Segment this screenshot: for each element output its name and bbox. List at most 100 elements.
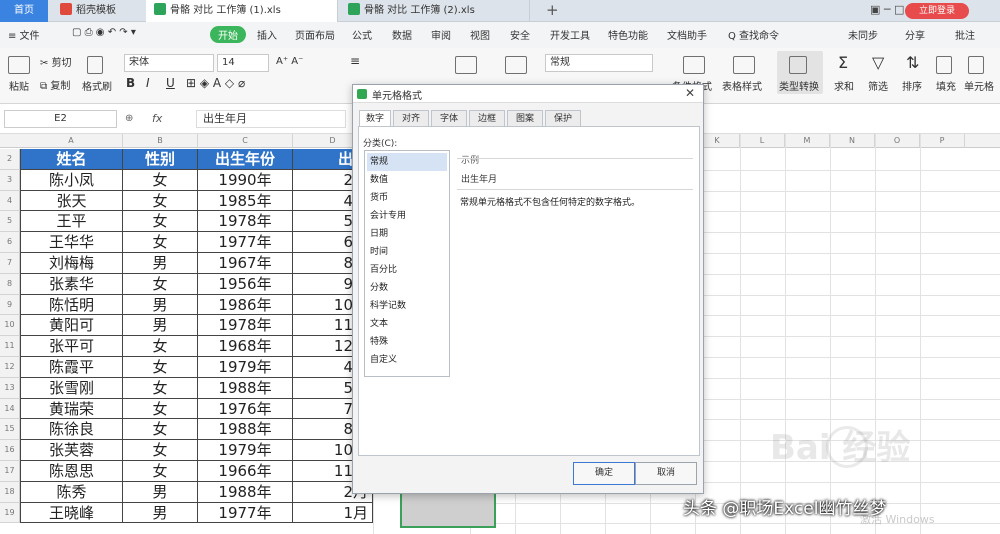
italic-button[interactable]: I xyxy=(146,76,150,90)
paste-icon[interactable] xyxy=(8,56,30,74)
data-cell[interactable]: 黄阳可 xyxy=(20,315,123,337)
data-cell[interactable]: 1990年 xyxy=(198,169,293,191)
data-cell[interactable]: 陈小凤 xyxy=(20,169,123,191)
data-cell[interactable]: 刘梅梅 xyxy=(20,253,123,274)
data-cell[interactable]: 1979年 xyxy=(198,440,293,461)
data-cell[interactable]: 1985年 xyxy=(198,190,293,212)
cut-button[interactable]: ✂ 剪切 xyxy=(40,54,72,69)
data-cell[interactable]: 1988年 xyxy=(198,377,293,399)
row-header[interactable]: 2 xyxy=(0,149,20,170)
data-cell[interactable]: 男 xyxy=(123,481,198,503)
column-header[interactable]: M xyxy=(785,134,830,148)
menu-doc-assistant[interactable]: 文档助手 xyxy=(667,27,707,42)
row-header[interactable]: 4 xyxy=(0,190,20,212)
row-header[interactable]: 15 xyxy=(0,419,20,441)
row-header[interactable]: 18 xyxy=(0,481,20,503)
data-cell[interactable]: 男 xyxy=(123,253,198,274)
data-cell[interactable]: 1978年 xyxy=(198,211,293,233)
fill-icon[interactable] xyxy=(936,56,952,74)
font-size-buttons[interactable]: A⁺ A⁻ xyxy=(276,56,303,67)
comment-button[interactable]: 批注 xyxy=(955,27,975,42)
tab-alignment[interactable]: 对齐 xyxy=(393,110,429,126)
formula-input[interactable]: 出生年月 xyxy=(196,110,346,128)
cell-icon[interactable] xyxy=(968,56,984,74)
data-cell[interactable]: 1966年 xyxy=(198,461,293,482)
data-cell[interactable]: 男 xyxy=(123,502,198,524)
row-header[interactable]: 3 xyxy=(0,169,20,191)
data-cell[interactable]: 陈徐良 xyxy=(20,419,123,441)
category-item[interactable]: 文本 xyxy=(367,315,447,333)
tab-workbook-2[interactable]: 骨骼 对比 工作簿 (2).xls xyxy=(340,0,530,22)
share-button[interactable]: 分享 xyxy=(905,27,925,42)
category-item[interactable]: 百分比 xyxy=(367,261,447,279)
underline-button[interactable]: U xyxy=(166,76,175,90)
tab-font[interactable]: 字体 xyxy=(431,110,467,126)
data-cell[interactable]: 黄瑞荣 xyxy=(20,398,123,420)
tab-border[interactable]: 边框 xyxy=(469,110,505,126)
category-item[interactable]: 数值 xyxy=(367,171,447,189)
data-cell[interactable]: 女 xyxy=(123,461,198,482)
format-painter-icon[interactable] xyxy=(87,56,103,74)
menu-security[interactable]: 安全 xyxy=(510,27,530,42)
header-cell[interactable]: 姓名 xyxy=(20,149,123,170)
sync-status[interactable]: 未同步 xyxy=(848,27,878,42)
column-header[interactable]: N xyxy=(830,134,875,148)
category-item[interactable]: 时间 xyxy=(367,243,447,261)
data-cell[interactable]: 女 xyxy=(123,273,198,295)
menu-formula[interactable]: 公式 xyxy=(352,27,372,42)
tab-workbook-1[interactable]: 骨骼 对比 工作簿 (1).xls xyxy=(146,0,338,22)
search-command[interactable]: Q 查找命令 xyxy=(728,27,779,42)
category-item[interactable]: 常规 xyxy=(367,153,447,171)
data-cell[interactable]: 王华华 xyxy=(20,232,123,253)
row-header[interactable]: 7 xyxy=(0,253,20,274)
sum-icon[interactable]: Σ xyxy=(838,53,848,72)
sort-icon[interactable]: ⇅ xyxy=(906,53,919,72)
row-header[interactable]: 17 xyxy=(0,461,20,482)
font-name-select[interactable]: 宋体 xyxy=(124,54,214,72)
tab-number[interactable]: 数字 xyxy=(359,110,391,127)
data-cell[interactable]: 女 xyxy=(123,357,198,378)
menu-review[interactable]: 审阅 xyxy=(431,27,451,42)
menu-view[interactable]: 视图 xyxy=(470,27,490,42)
row-header[interactable]: 13 xyxy=(0,377,20,399)
data-cell[interactable]: 1968年 xyxy=(198,336,293,357)
row-header[interactable]: 14 xyxy=(0,398,20,420)
category-item[interactable]: 分数 xyxy=(367,279,447,297)
name-box[interactable]: E2 xyxy=(4,110,117,128)
column-header[interactable]: C xyxy=(198,134,293,148)
data-cell[interactable]: 女 xyxy=(123,169,198,191)
data-cell[interactable]: 女 xyxy=(123,440,198,461)
row-header[interactable]: 9 xyxy=(0,294,20,316)
menu-page-layout[interactable]: 页面布局 xyxy=(295,27,335,42)
data-cell[interactable]: 女 xyxy=(123,419,198,441)
close-icon[interactable]: ✕ xyxy=(685,86,695,100)
data-cell[interactable]: 1988年 xyxy=(198,419,293,441)
menu-start[interactable]: 开始 xyxy=(210,26,246,43)
data-cell[interactable]: 张平可 xyxy=(20,336,123,357)
table-style-icon[interactable] xyxy=(733,56,755,74)
menu-features[interactable]: 特色功能 xyxy=(608,27,648,42)
category-item[interactable]: 特殊 xyxy=(367,333,447,351)
column-header[interactable]: P xyxy=(920,134,965,148)
fx-icon[interactable]: fx xyxy=(152,112,162,125)
conditional-format-icon[interactable] xyxy=(683,56,705,74)
data-cell[interactable]: 王晓峰 xyxy=(20,502,123,524)
data-cell[interactable]: 女 xyxy=(123,377,198,399)
category-list[interactable]: 常规 数值 货币 会计专用 日期 时间 百分比 分数 科学记数 文本 特殊 自定义 xyxy=(364,150,450,377)
bold-button[interactable]: B xyxy=(126,76,135,90)
tab-protection[interactable]: 保护 xyxy=(545,110,581,126)
row-header[interactable]: 5 xyxy=(0,211,20,233)
font-size-select[interactable]: 14 xyxy=(217,54,269,72)
row-header[interactable]: 6 xyxy=(0,232,20,253)
merge-icon[interactable] xyxy=(455,56,477,74)
data-cell[interactable]: 1977年 xyxy=(198,502,293,524)
data-cell[interactable]: 王平 xyxy=(20,211,123,233)
login-button[interactable]: 立即登录 xyxy=(905,3,969,19)
data-cell[interactable]: 张雪刚 xyxy=(20,377,123,399)
tab-pattern[interactable]: 图案 xyxy=(507,110,543,126)
number-format-select[interactable]: 常规 xyxy=(545,54,653,72)
data-cell[interactable]: 陈霞平 xyxy=(20,357,123,378)
data-cell[interactable]: 1986年 xyxy=(198,294,293,316)
category-item[interactable]: 会计专用 xyxy=(367,207,447,225)
column-header[interactable]: B xyxy=(123,134,198,148)
